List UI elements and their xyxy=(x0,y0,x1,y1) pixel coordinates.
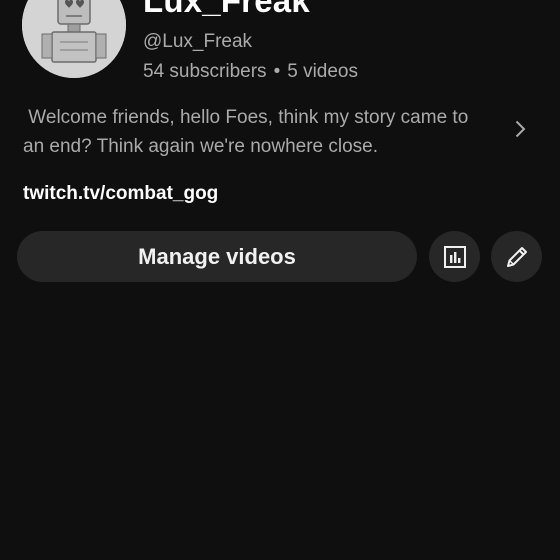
video-count: 5 videos xyxy=(287,61,358,82)
channel-avatar[interactable] xyxy=(22,0,126,78)
bar-chart-icon xyxy=(443,245,466,268)
subscriber-count: 54 subscribers xyxy=(143,61,267,82)
channel-handle: @Lux_Freak xyxy=(143,31,253,52)
channel-link[interactable]: twitch.tv/combat_gog xyxy=(23,183,218,205)
robot-avatar-image xyxy=(22,0,126,78)
channel-page: Lux_Freak @Lux_Freak 54 subscribers • 5 vi… xyxy=(0,0,560,560)
pencil-icon xyxy=(506,246,527,267)
manage-videos-button[interactable]: Manage videos xyxy=(17,231,417,282)
channel-description[interactable]: Welcome friends, hello Foes, think my st… xyxy=(23,103,493,161)
chevron-right-icon[interactable] xyxy=(508,117,532,141)
edit-button[interactable] xyxy=(491,231,542,282)
channel-name: Lux_Freak xyxy=(143,0,310,19)
analytics-button[interactable] xyxy=(429,231,480,282)
stats-separator: • xyxy=(273,61,281,82)
manage-videos-label: Manage videos xyxy=(138,243,296,269)
channel-stats: 54 subscribers • 5 videos xyxy=(143,61,358,83)
